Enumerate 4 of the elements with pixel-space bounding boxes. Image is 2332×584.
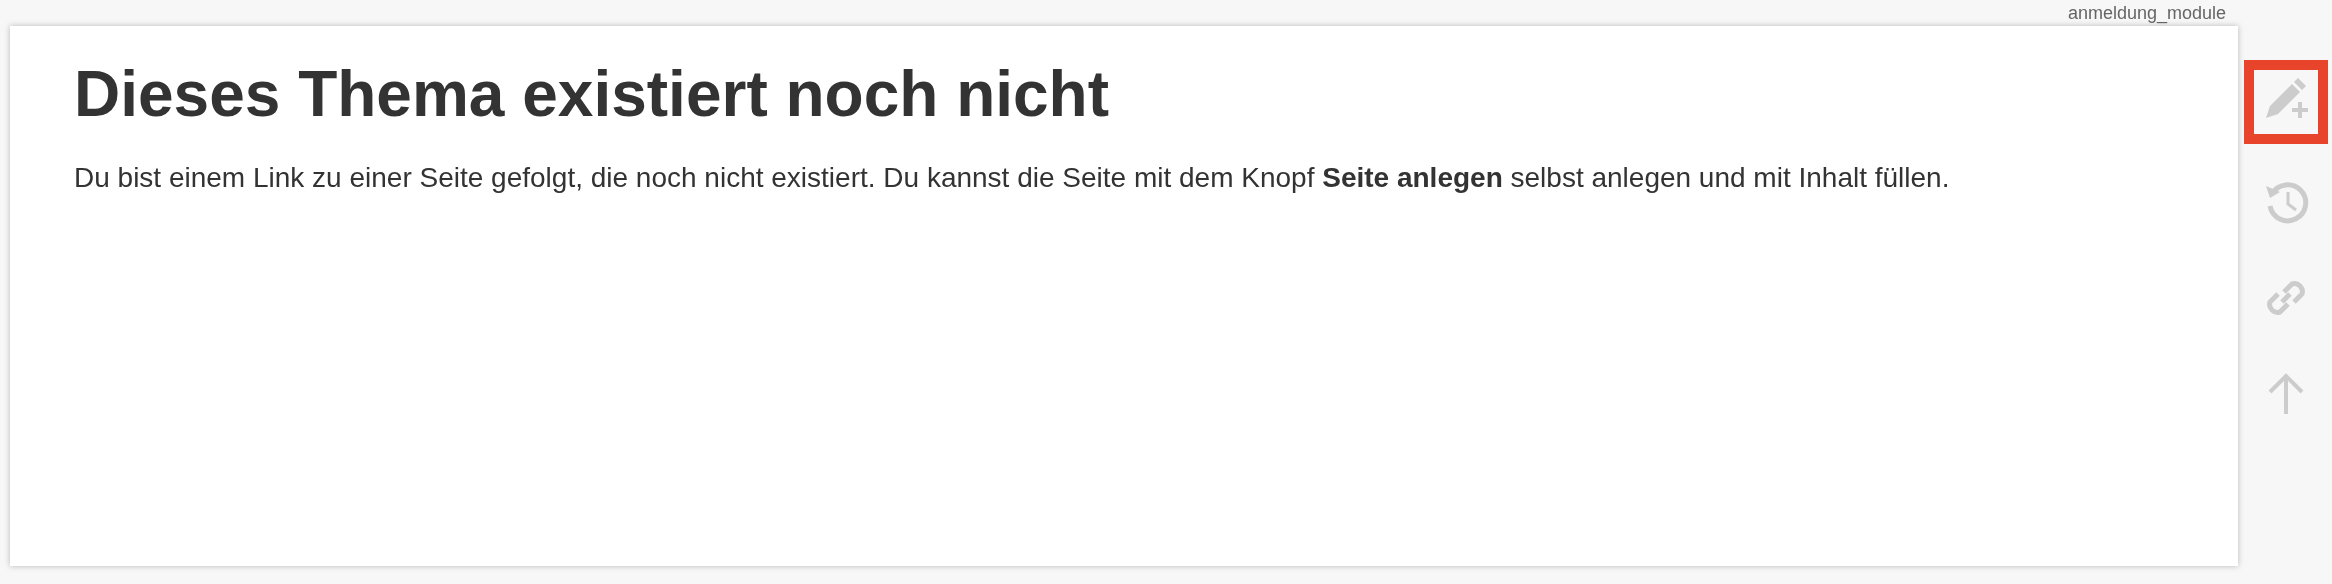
page-heading: Dieses Thema existiert noch nicht: [74, 57, 1110, 132]
page-tool-button[interactable]: [2244, 60, 2328, 144]
info-paragraph: Du bist einem Link zu einer Seite gefolgt, die noch nicht existiert. Du kannst die Seite mit dem Knopf Seite anlegen selbst anlegen und mit Inhalt füllen.: [74, 161, 1951, 195]
page-id-label: anmeldung_module: [2067, 2, 2226, 24]
